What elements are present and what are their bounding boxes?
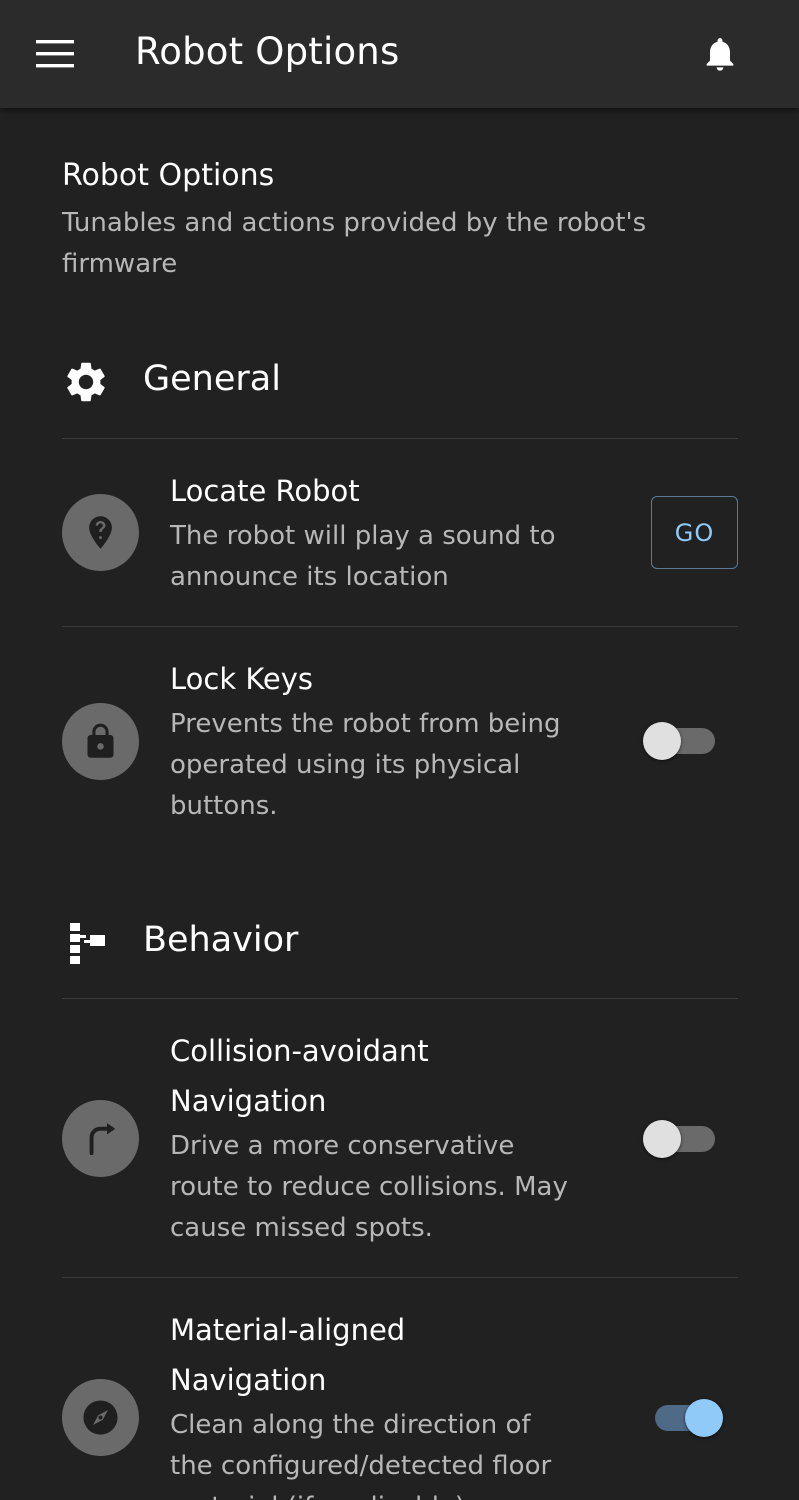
option-text: Material-aligned Navigation Clean along … [170, 1305, 570, 1500]
menu-icon [36, 40, 74, 68]
option-text: Locate Robot The robot will play a sound… [170, 466, 570, 598]
option-text: Lock Keys Prevents the robot from being … [170, 654, 570, 827]
notifications-button[interactable] [692, 26, 748, 82]
option-description: Clean along the direction of the configu… [170, 1410, 552, 1500]
option-title: Material-aligned Navigation [170, 1313, 406, 1397]
turn-right-arrow-icon [89, 1123, 116, 1156]
compass-icon [83, 1400, 118, 1435]
option-avatar [62, 703, 139, 780]
option-description: Drive a more conservative route to reduc… [170, 1131, 568, 1243]
app-bar-title: Robot Options [135, 30, 400, 73]
section-header-general: General [62, 352, 738, 412]
app-bar: Robot Options [0, 0, 799, 108]
lock-keys-switch[interactable] [643, 719, 723, 763]
location-question-icon [89, 516, 112, 549]
divider [62, 626, 738, 627]
option-avatar [62, 494, 139, 571]
section-label-general: General [143, 359, 281, 399]
option-title: Lock Keys [170, 662, 314, 696]
page-subtitle: Tunables and actions provided by the rob… [62, 208, 647, 279]
option-description: The robot will play a sound to announce … [170, 521, 556, 592]
section-label-behavior: Behavior [143, 920, 299, 960]
bell-icon [706, 38, 734, 71]
divider [62, 998, 738, 999]
section-header-behavior: Behavior [62, 913, 738, 973]
option-row-material-aligned: Material-aligned Navigation Clean along … [62, 1297, 738, 1500]
option-row-locate-robot: Locate Robot The robot will play a sound… [62, 458, 738, 626]
option-title: Locate Robot [170, 474, 360, 508]
collision-avoidant-switch[interactable] [643, 1117, 723, 1161]
option-row-lock-keys: Lock Keys Prevents the robot from being … [62, 646, 738, 856]
tree-structure-icon [70, 923, 105, 964]
option-description: Prevents the robot from being operated u… [170, 709, 561, 821]
option-title: Collision-avoidant Navigation [170, 1034, 429, 1118]
lock-icon [87, 723, 114, 758]
locate-go-button[interactable]: GO [651, 496, 738, 569]
switch-thumb [643, 1120, 681, 1158]
option-row-collision-avoidant: Collision-avoidant Navigation Drive a mo… [62, 1018, 738, 1277]
page-title: Robot Options [62, 158, 275, 193]
option-avatar [62, 1379, 139, 1456]
switch-thumb [643, 722, 681, 760]
robot-options-page: Robot Options Tunables and actions provi… [0, 108, 799, 1500]
material-aligned-switch[interactable] [643, 1396, 723, 1440]
gear-icon [67, 362, 105, 402]
switch-thumb [685, 1399, 723, 1437]
divider [62, 1277, 738, 1278]
option-text: Collision-avoidant Navigation Drive a mo… [170, 1026, 570, 1249]
menu-button[interactable] [28, 26, 84, 82]
option-avatar [62, 1100, 139, 1177]
divider [62, 438, 738, 439]
